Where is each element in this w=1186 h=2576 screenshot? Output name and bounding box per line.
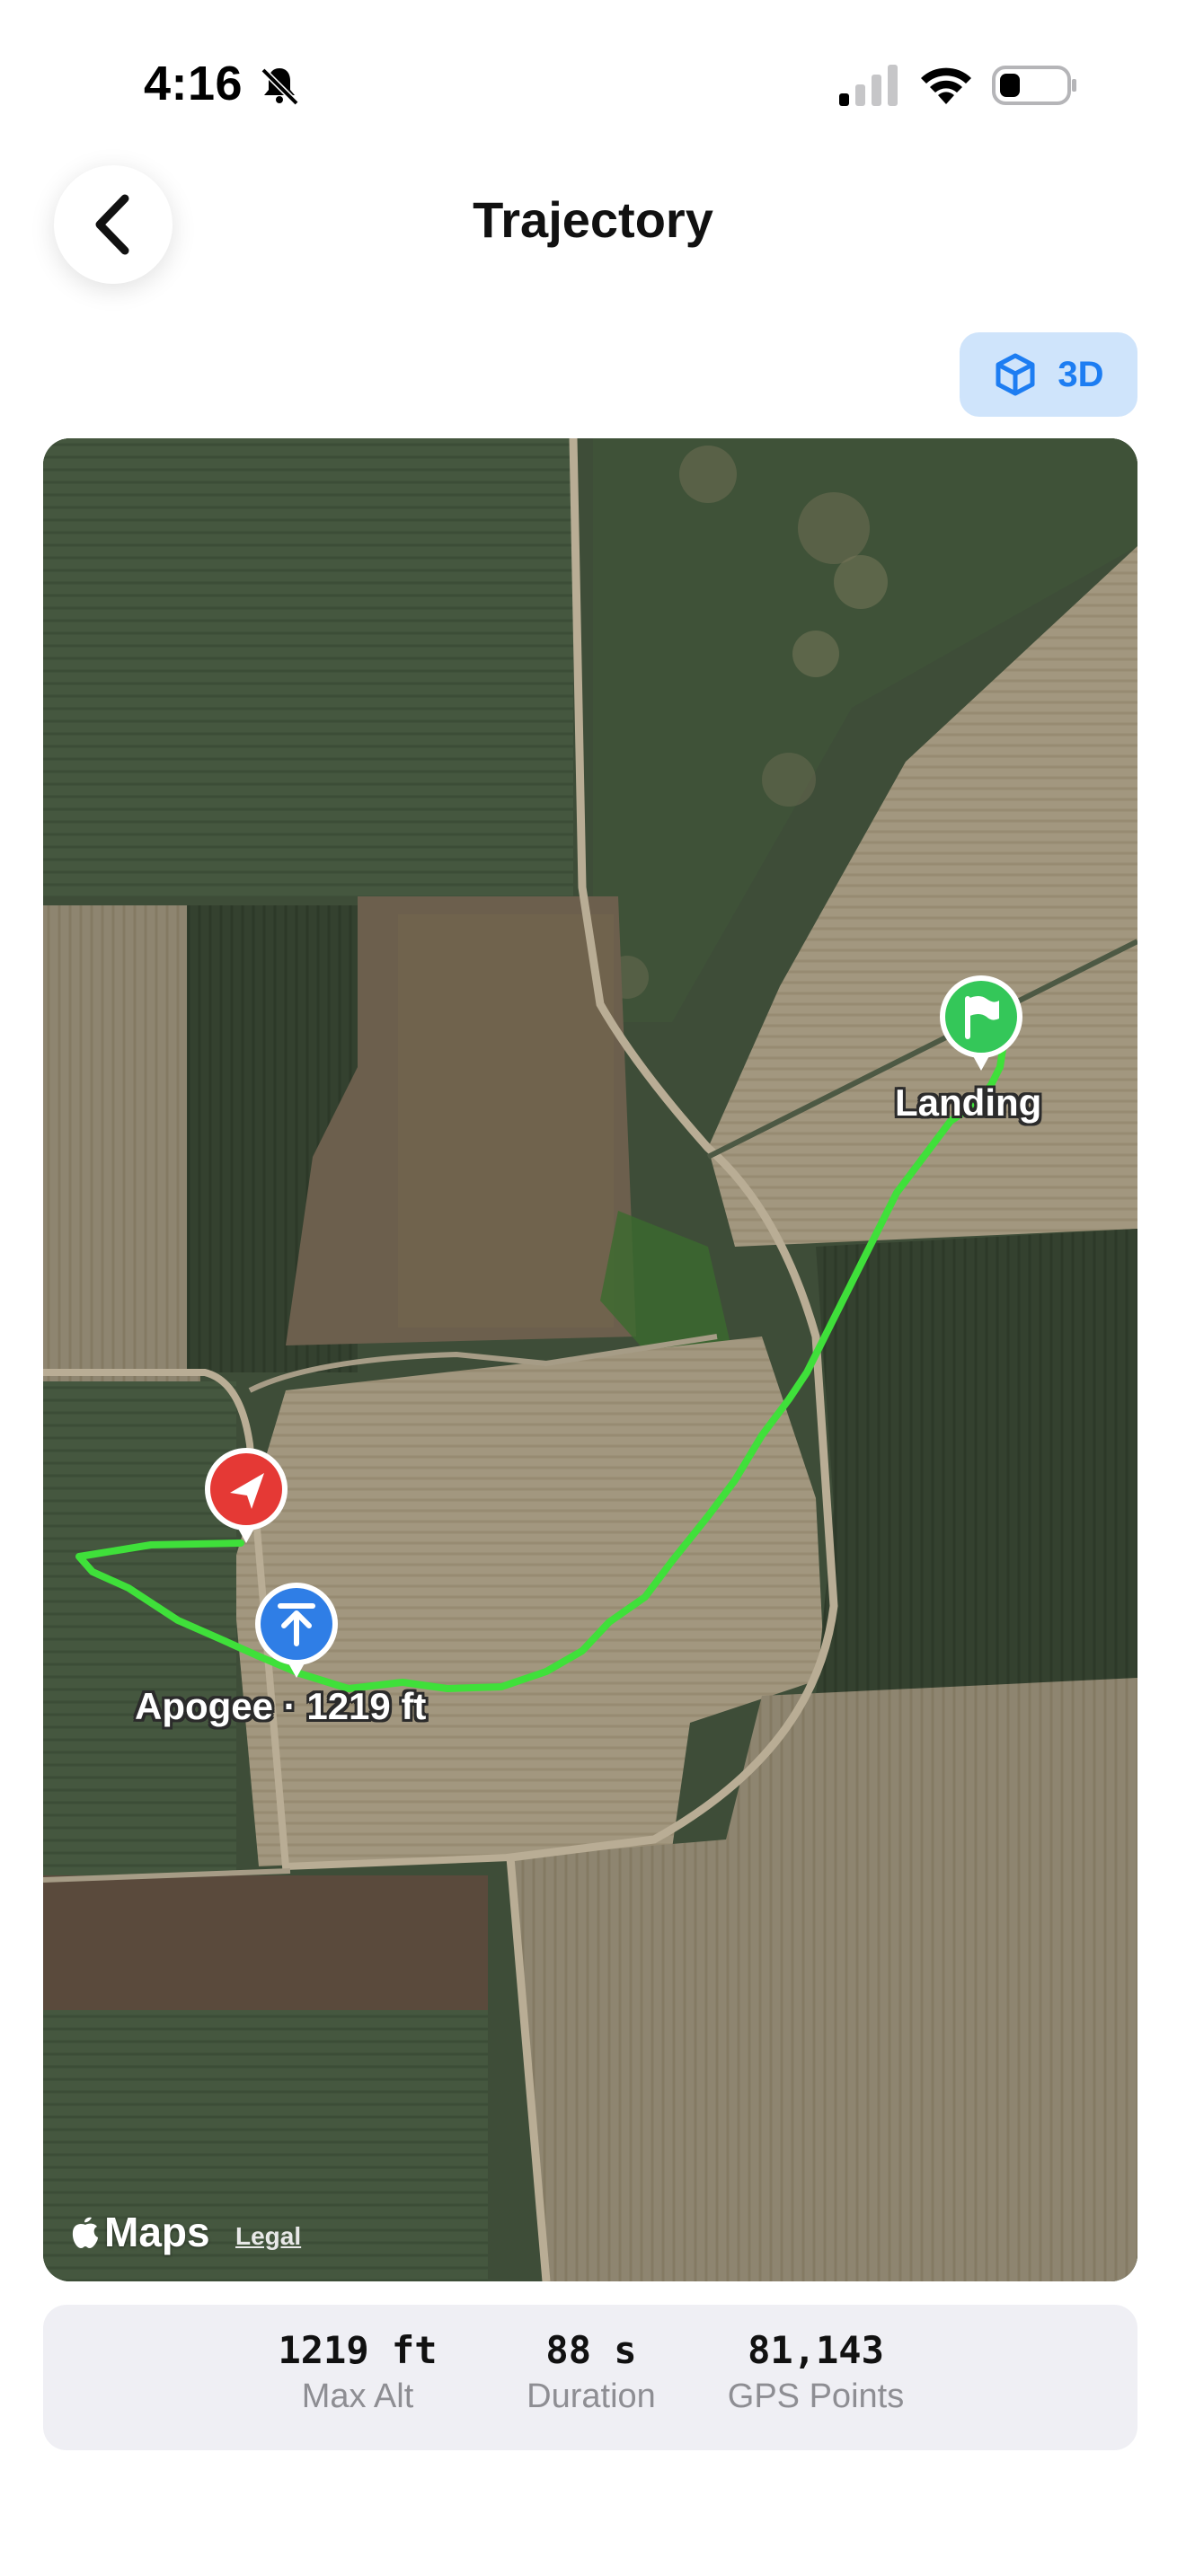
landing-label: Landing bbox=[895, 1081, 1042, 1124]
battery-icon bbox=[992, 66, 1076, 105]
bell-muted-icon bbox=[261, 67, 299, 106]
status-time: 4:16 bbox=[144, 57, 243, 110]
apple-logo-icon bbox=[72, 2217, 98, 2248]
stat-value: 88 s bbox=[545, 2328, 637, 2372]
view-3d-button[interactable]: 3D bbox=[960, 332, 1137, 417]
cube-icon bbox=[996, 353, 1035, 396]
cellular-signal-icon bbox=[839, 65, 898, 106]
apogee-label: Apogee · 1219 ft bbox=[135, 1685, 427, 1727]
apogee-marker-icon[interactable] bbox=[252, 1579, 341, 1680]
stat-value: 81,143 bbox=[748, 2328, 884, 2372]
trajectory-path bbox=[75, 1045, 1006, 1692]
landing-marker-icon[interactable] bbox=[936, 972, 1026, 1072]
stat-gps-points: 81,143 GPS Points bbox=[699, 2328, 933, 2416]
view-3d-label: 3D bbox=[1058, 354, 1104, 394]
status-bar: 4:16 bbox=[0, 0, 1186, 171]
stat-value: 1219 ft bbox=[278, 2328, 438, 2372]
stat-label: GPS Points bbox=[727, 2378, 905, 2415]
wifi-icon bbox=[921, 67, 971, 104]
stat-label: Duration bbox=[527, 2378, 656, 2415]
trajectory-map[interactable]: Apogee · 1219 ft Landing Maps Legal bbox=[43, 438, 1137, 2281]
page-title: Trajectory bbox=[473, 191, 713, 248]
stat-max-alt: 1219 ft Max Alt bbox=[259, 2328, 456, 2416]
launch-marker-icon[interactable] bbox=[201, 1444, 291, 1545]
maps-attribution: Maps bbox=[70, 2208, 210, 2256]
stats-card: 1219 ft Max Alt 88 s Duration 81,143 GPS… bbox=[43, 2305, 1137, 2450]
legal-link[interactable]: Legal bbox=[235, 2222, 301, 2251]
stat-duration: 88 s Duration bbox=[492, 2328, 690, 2416]
stat-label: Max Alt bbox=[301, 2378, 414, 2415]
maps-provider-label: Maps bbox=[104, 2209, 210, 2255]
